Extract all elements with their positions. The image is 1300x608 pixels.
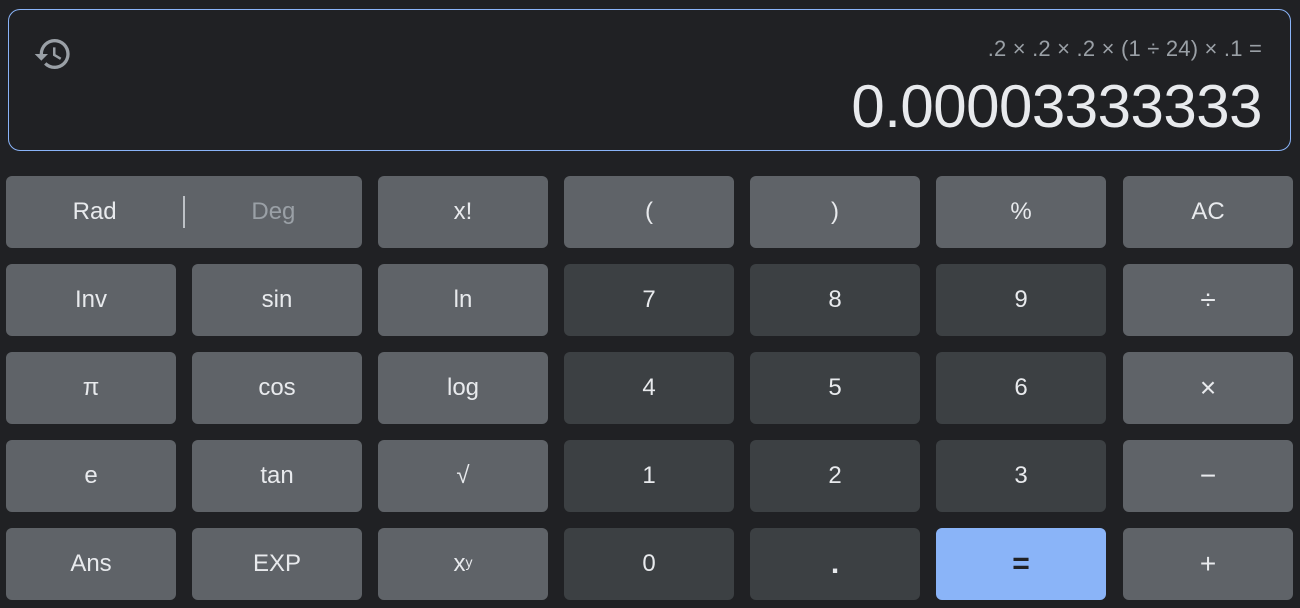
ln-button[interactable]: ln bbox=[378, 264, 548, 336]
digit-5-button[interactable]: 5 bbox=[750, 352, 920, 424]
calculator-display: .2 × .2 × .2 × (1 ÷ 24) × .1 = 0.0000333… bbox=[8, 9, 1291, 151]
sin-button[interactable]: sin bbox=[192, 264, 362, 336]
history-button[interactable] bbox=[31, 32, 75, 76]
deg-option[interactable]: Deg bbox=[185, 176, 362, 248]
digit-9-button[interactable]: 9 bbox=[936, 264, 1106, 336]
decimal-button[interactable]: . bbox=[750, 528, 920, 600]
multiply-button[interactable]: × bbox=[1123, 352, 1293, 424]
close-paren-button[interactable]: ) bbox=[750, 176, 920, 248]
digit-3-button[interactable]: 3 bbox=[936, 440, 1106, 512]
digit-1-button[interactable]: 1 bbox=[564, 440, 734, 512]
power-base-label: x bbox=[453, 550, 466, 577]
log-button[interactable]: log bbox=[378, 352, 548, 424]
cos-button[interactable]: cos bbox=[192, 352, 362, 424]
result-text: 0.00003333333 bbox=[851, 73, 1262, 140]
inverse-button[interactable]: Inv bbox=[6, 264, 176, 336]
digit-7-button[interactable]: 7 bbox=[564, 264, 734, 336]
exponent-button[interactable]: EXP bbox=[192, 528, 362, 600]
answer-button[interactable]: Ans bbox=[6, 528, 176, 600]
divide-button[interactable]: ÷ bbox=[1123, 264, 1293, 336]
expression-text: .2 × .2 × .2 × (1 ÷ 24) × .1 = bbox=[987, 36, 1262, 61]
angle-mode-toggle[interactable]: Rad Deg bbox=[6, 176, 362, 248]
factorial-button[interactable]: x! bbox=[378, 176, 548, 248]
equals-button[interactable]: = bbox=[936, 528, 1106, 600]
all-clear-button[interactable]: AC bbox=[1123, 176, 1293, 248]
digit-4-button[interactable]: 4 bbox=[564, 352, 734, 424]
euler-button[interactable]: e bbox=[6, 440, 176, 512]
subtract-button[interactable]: − bbox=[1123, 440, 1293, 512]
pi-button[interactable]: π bbox=[6, 352, 176, 424]
open-paren-button[interactable]: ( bbox=[564, 176, 734, 248]
power-button[interactable]: xy bbox=[378, 528, 548, 600]
digit-0-button[interactable]: 0 bbox=[564, 528, 734, 600]
digit-8-button[interactable]: 8 bbox=[750, 264, 920, 336]
power-exponent-label: y bbox=[465, 554, 473, 570]
tan-button[interactable]: tan bbox=[192, 440, 362, 512]
add-button[interactable]: + bbox=[1123, 528, 1293, 600]
sqrt-button[interactable]: √ bbox=[378, 440, 548, 512]
digit-6-button[interactable]: 6 bbox=[936, 352, 1106, 424]
rad-option[interactable]: Rad bbox=[6, 176, 183, 248]
history-icon bbox=[34, 39, 70, 70]
digit-2-button[interactable]: 2 bbox=[750, 440, 920, 512]
percent-button[interactable]: % bbox=[936, 176, 1106, 248]
